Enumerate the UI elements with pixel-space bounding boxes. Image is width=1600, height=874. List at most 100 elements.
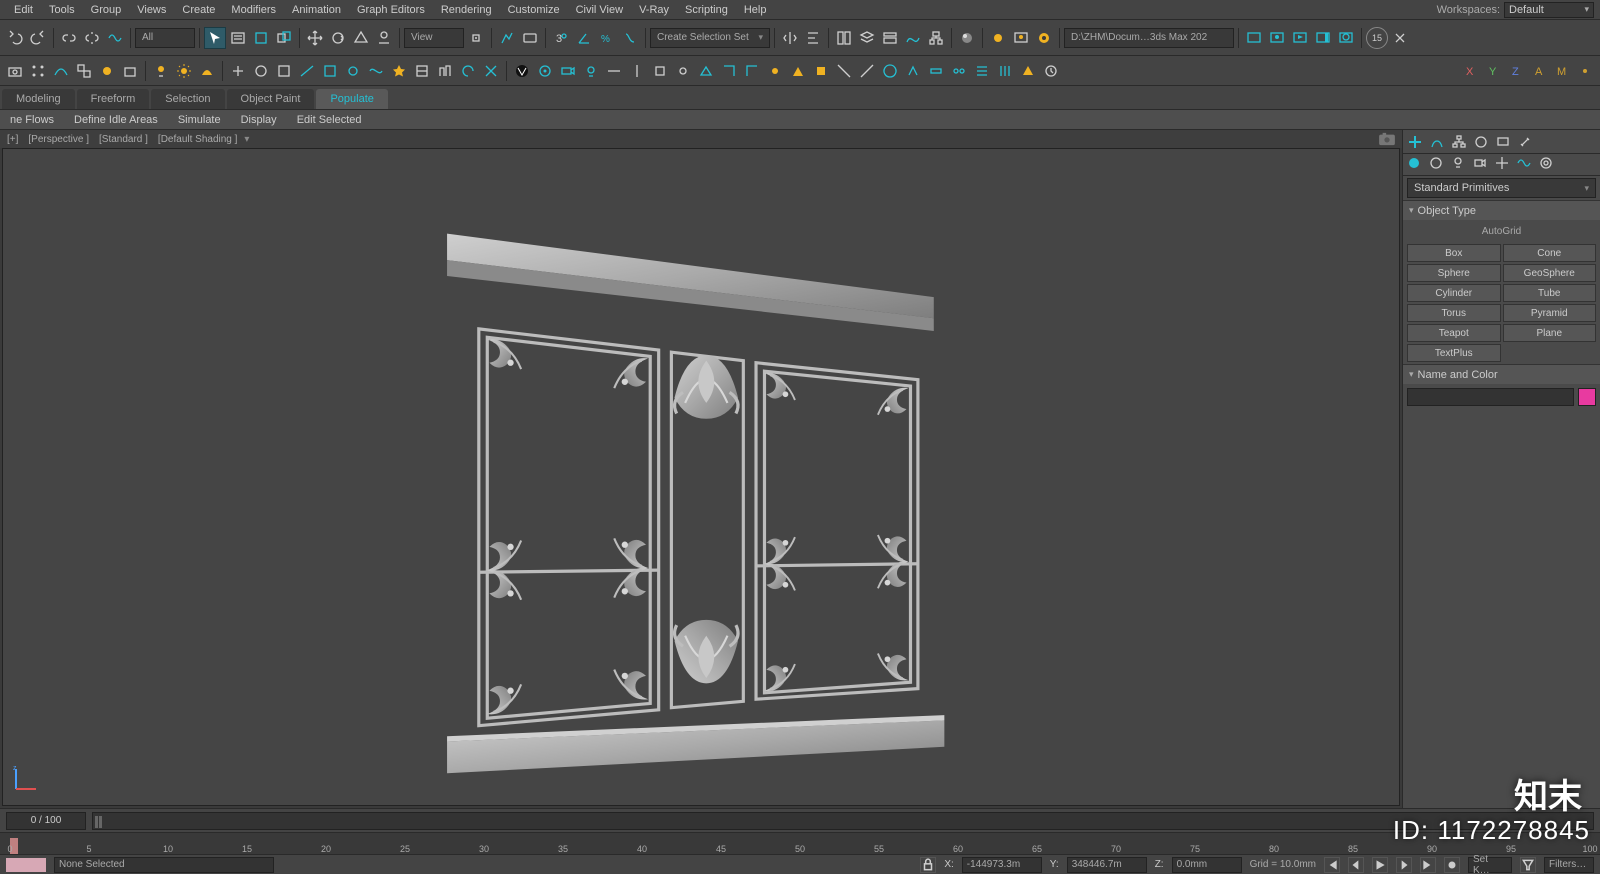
link-button[interactable] — [58, 27, 80, 49]
btn-cone[interactable]: Cone — [1503, 244, 1597, 262]
safe-frame-icon[interactable] — [1378, 132, 1396, 149]
axis-a-icon[interactable]: A — [1528, 60, 1550, 82]
util-icon-11[interactable] — [457, 60, 479, 82]
reference-coord-dropdown[interactable]: View — [404, 28, 464, 48]
render-production-button[interactable] — [1033, 27, 1055, 49]
render-setup-button[interactable] — [987, 27, 1009, 49]
menu-grapheditors[interactable]: Graph Editors — [349, 2, 433, 18]
object-color-swatch[interactable] — [1578, 388, 1596, 406]
key-filters-icon[interactable] — [1520, 857, 1536, 873]
display-tab-icon[interactable] — [1495, 134, 1511, 150]
modify-tab-icon[interactable] — [1429, 134, 1445, 150]
misc-icon-g[interactable] — [741, 60, 763, 82]
misc-icon-m[interactable] — [879, 60, 901, 82]
selection-filter-dropdown[interactable]: All — [135, 28, 195, 48]
set-key-button[interactable]: Set K… — [1468, 857, 1512, 873]
vp-shading[interactable]: [Default Shading ] — [155, 134, 241, 145]
sub-editsel[interactable]: Edit Selected — [287, 112, 372, 128]
btn-tube[interactable]: Tube — [1503, 284, 1597, 302]
play-button[interactable] — [1372, 857, 1388, 873]
redo-button[interactable] — [27, 27, 49, 49]
menu-animation[interactable]: Animation — [284, 2, 349, 18]
systems-icon[interactable] — [1539, 156, 1553, 173]
timeline-ruler[interactable]: 0510152025303540455055606570758085909510… — [0, 832, 1600, 854]
lights-icon[interactable] — [1451, 156, 1465, 173]
btn-torus[interactable]: Torus — [1407, 304, 1501, 322]
workspaces-dropdown[interactable]: Default — [1504, 2, 1594, 18]
shapes-icon[interactable] — [1429, 156, 1443, 173]
misc-icon-o[interactable] — [925, 60, 947, 82]
menu-help[interactable]: Help — [736, 2, 775, 18]
vray-scene-button[interactable] — [1335, 27, 1357, 49]
utilities-tab-icon[interactable] — [1517, 134, 1533, 150]
light-lister-button[interactable] — [150, 60, 172, 82]
autogrid-checkbox[interactable]: AutoGrid — [1403, 220, 1600, 242]
menu-scripting[interactable]: Scripting — [677, 2, 736, 18]
cameras-icon[interactable] — [1473, 156, 1487, 173]
goto-start-button[interactable] — [1324, 857, 1340, 873]
select-object-button[interactable] — [204, 27, 226, 49]
ribbon-tab-objectpaint[interactable]: Object Paint — [227, 89, 315, 109]
menu-create[interactable]: Create — [174, 2, 223, 18]
ribbon-tab-freeform[interactable]: Freeform — [77, 89, 150, 109]
menu-rendering[interactable]: Rendering — [433, 2, 500, 18]
vray-ipr-button[interactable] — [1289, 27, 1311, 49]
util-icon-9[interactable] — [411, 60, 433, 82]
rendered-frame-window-button[interactable] — [1010, 27, 1032, 49]
misc-icon-k[interactable] — [833, 60, 855, 82]
menu-views[interactable]: Views — [129, 2, 174, 18]
snap-toggle-button[interactable]: 3 — [550, 27, 572, 49]
vp-perspective[interactable]: [Perspective ] — [25, 134, 92, 145]
angle-snap-button[interactable] — [573, 27, 595, 49]
unlink-button[interactable] — [81, 27, 103, 49]
toggle-ribbon-button[interactable] — [879, 27, 901, 49]
misc-icon-q[interactable] — [971, 60, 993, 82]
btn-cylinder[interactable]: Cylinder — [1407, 284, 1501, 302]
util-icon-10[interactable] — [434, 60, 456, 82]
misc-icon-h[interactable] — [764, 60, 786, 82]
viewport[interactable]: z — [2, 148, 1400, 806]
misc-icon-d[interactable] — [672, 60, 694, 82]
toggle-scene-explorer-button[interactable] — [833, 27, 855, 49]
toggle-layer-explorer-button[interactable] — [856, 27, 878, 49]
transform-z-input[interactable]: 0.0mm — [1172, 857, 1242, 873]
ribbon-tab-selection[interactable]: Selection — [151, 89, 224, 109]
material-editor-button[interactable] — [956, 27, 978, 49]
btn-geosphere[interactable]: GeoSphere — [1503, 264, 1597, 282]
vray-light-icon[interactable] — [580, 60, 602, 82]
primitive-category-dropdown[interactable]: Standard Primitives — [1407, 178, 1596, 198]
keyboard-shortcut-button[interactable] — [519, 27, 541, 49]
schematic-view-button[interactable] — [925, 27, 947, 49]
vray-settings-icon[interactable] — [534, 60, 556, 82]
sub-defineidle[interactable]: Define Idle Areas — [64, 112, 168, 128]
axis-y-icon[interactable]: Y — [1482, 60, 1504, 82]
vp-standard[interactable]: [Standard ] — [96, 134, 151, 145]
axis-dot-icon[interactable] — [1574, 60, 1596, 82]
next-frame-button[interactable] — [1396, 857, 1412, 873]
misc-icon-f[interactable] — [718, 60, 740, 82]
snapshot-button[interactable] — [4, 60, 26, 82]
btn-box[interactable]: Box — [1407, 244, 1501, 262]
select-by-name-button[interactable] — [227, 27, 249, 49]
axis-x-icon[interactable]: X — [1459, 60, 1481, 82]
menu-vray[interactable]: V-Ray — [631, 2, 677, 18]
isolate-counter-badge[interactable]: 15 — [1366, 27, 1388, 49]
misc-icon-a[interactable] — [603, 60, 625, 82]
named-selection-set-dropdown[interactable]: Create Selection Set — [650, 28, 770, 48]
vp-plus[interactable]: [+] — [4, 134, 21, 145]
util-icon-4[interactable] — [296, 60, 318, 82]
util-icon-7[interactable] — [365, 60, 387, 82]
curve-editor-button[interactable] — [902, 27, 924, 49]
util-icon-12[interactable] — [480, 60, 502, 82]
menu-civilview[interactable]: Civil View — [568, 2, 631, 18]
misc-icon-n[interactable] — [902, 60, 924, 82]
misc-icon-j[interactable] — [810, 60, 832, 82]
assembly-button[interactable] — [96, 60, 118, 82]
misc-icon-b[interactable] — [626, 60, 648, 82]
isolate-exit-button[interactable] — [1389, 27, 1411, 49]
util-icon-6[interactable] — [342, 60, 364, 82]
array-button[interactable] — [27, 60, 49, 82]
chevron-down-icon[interactable]: ▾ — [244, 134, 249, 145]
btn-sphere[interactable]: Sphere — [1407, 264, 1501, 282]
ribbon-tab-populate[interactable]: Populate — [316, 89, 387, 109]
